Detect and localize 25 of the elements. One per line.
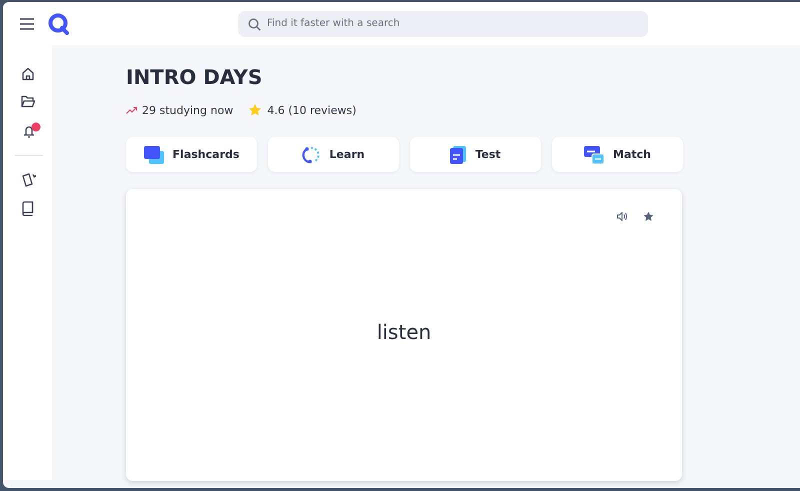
star-icon[interactable] (643, 211, 654, 222)
trend-icon (126, 106, 137, 114)
match-icon (584, 146, 604, 164)
star-icon (248, 103, 262, 117)
learn-icon (302, 146, 320, 164)
search-field[interactable]: Find it faster with a search (238, 10, 648, 36)
mode-button[interactable]: Match (552, 137, 683, 172)
cards-icon (144, 146, 164, 164)
cards-icon[interactable] (21, 172, 37, 187)
home-icon[interactable] (21, 67, 35, 81)
mode-button[interactable]: Flashcards (126, 137, 257, 172)
speaker-icon[interactable] (617, 212, 627, 221)
mode-button[interactable]: Learn (268, 137, 399, 172)
flashcard[interactable]: listen (126, 189, 682, 481)
bell-icon[interactable] (21, 122, 41, 139)
rating-text: 4.6 (10 reviews) (267, 104, 356, 116)
card-term: listen (376, 318, 432, 346)
menu-icon[interactable] (19, 18, 35, 30)
set-title: INTRO DAYS (126, 65, 264, 89)
document-icon (450, 146, 466, 164)
mode-button[interactable]: Test (410, 137, 541, 172)
logo-icon[interactable] (48, 12, 70, 34)
book-icon[interactable] (21, 201, 34, 216)
folder-icon[interactable] (21, 95, 35, 108)
studying-count: 29 studying now (142, 104, 234, 116)
